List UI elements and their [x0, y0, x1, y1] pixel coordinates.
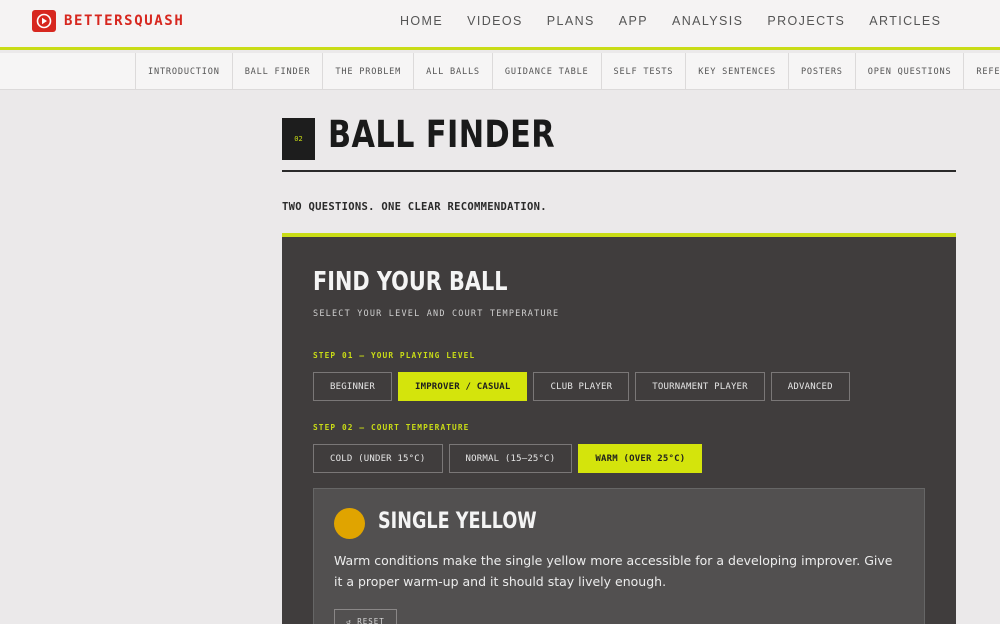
- nav-projects[interactable]: PROJECTS: [767, 14, 845, 28]
- top-navigation: BETTERSQUASH HOME VIDEOS PLANS APP ANALY…: [0, 0, 1000, 50]
- reset-button[interactable]: ↺ RESET: [334, 609, 397, 624]
- recommendation-card: SINGLE YELLOW Warm conditions make the s…: [313, 488, 925, 624]
- subnav-ball-finder[interactable]: BALL FINDER: [233, 53, 324, 90]
- nav-app[interactable]: APP: [619, 14, 648, 28]
- nav-articles[interactable]: ARTICLES: [869, 14, 941, 28]
- finder-subtitle: SELECT YOUR LEVEL AND COURT TEMPERATURE: [313, 309, 560, 319]
- ball-finder-panel: FIND YOUR BALL SELECT YOUR LEVEL AND COU…: [282, 233, 956, 624]
- level-option-tournament-player[interactable]: TOURNAMENT PLAYER: [635, 372, 765, 401]
- level-option-club-player[interactable]: CLUB PLAYER: [533, 372, 630, 401]
- subnav-references[interactable]: REFERENCES: [964, 53, 1000, 90]
- nav-analysis[interactable]: ANALYSIS: [672, 14, 743, 28]
- section-subnav: INTRODUCTION BALL FINDER THE PROBLEM ALL…: [0, 53, 1000, 90]
- step2-label: STEP 02 — COURT TEMPERATURE: [313, 423, 470, 432]
- temp-option-warm[interactable]: WARM (OVER 25°C): [578, 444, 703, 473]
- subnav-all-balls[interactable]: ALL BALLS: [414, 53, 493, 90]
- ball-color-indicator: [334, 508, 365, 539]
- subnav-open-questions[interactable]: OPEN QUESTIONS: [856, 53, 965, 90]
- level-option-advanced[interactable]: ADVANCED: [770, 372, 850, 401]
- temp-option-cold[interactable]: COLD (UNDER 15°C): [313, 444, 443, 473]
- nav-videos[interactable]: VIDEOS: [467, 14, 523, 28]
- finder-title: FIND YOUR BALL: [313, 267, 508, 297]
- recommendation-text: Warm conditions make the single yellow m…: [334, 553, 893, 589]
- title-divider: [282, 170, 956, 172]
- step1-label: STEP 01 — YOUR PLAYING LEVEL: [313, 351, 476, 360]
- subnav-the-problem[interactable]: THE PROBLEM: [323, 53, 415, 90]
- brand-logo[interactable]: BETTERSQUASH: [32, 10, 184, 32]
- temp-option-normal[interactable]: NORMAL (15–25°C): [448, 444, 573, 473]
- nav-plans[interactable]: PLANS: [547, 14, 595, 28]
- section-subtitle: TWO QUESTIONS. ONE CLEAR RECOMMENDATION.: [282, 201, 547, 213]
- brand-name: BETTERSQUASH: [64, 13, 185, 29]
- subnav-self-tests[interactable]: SELF TESTS: [602, 53, 687, 90]
- subnav-key-sentences[interactable]: KEY SENTENCES: [686, 53, 789, 90]
- level-option-beginner[interactable]: BEGINNER: [313, 372, 392, 401]
- subnav-introduction[interactable]: INTRODUCTION: [136, 53, 233, 90]
- subnav-posters[interactable]: POSTERS: [789, 53, 856, 90]
- level-option-improver-casual[interactable]: IMPROVER / CASUAL: [397, 372, 528, 401]
- section-number-badge: 02: [282, 118, 315, 160]
- recommendation-title: SINGLE YELLOW: [378, 509, 537, 534]
- play-icon: [32, 10, 56, 32]
- page-title: BALL FINDER: [328, 113, 556, 156]
- temperature-options: COLD (UNDER 15°C) NORMAL (15–25°C) WARM …: [313, 444, 703, 473]
- nav-home[interactable]: HOME: [400, 14, 443, 28]
- level-options: BEGINNER IMPROVER / CASUAL CLUB PLAYER T…: [313, 372, 850, 401]
- subnav-guidance-table[interactable]: GUIDANCE TABLE: [493, 53, 602, 90]
- main-nav: HOME VIDEOS PLANS APP ANALYSIS PROJECTS …: [400, 14, 965, 28]
